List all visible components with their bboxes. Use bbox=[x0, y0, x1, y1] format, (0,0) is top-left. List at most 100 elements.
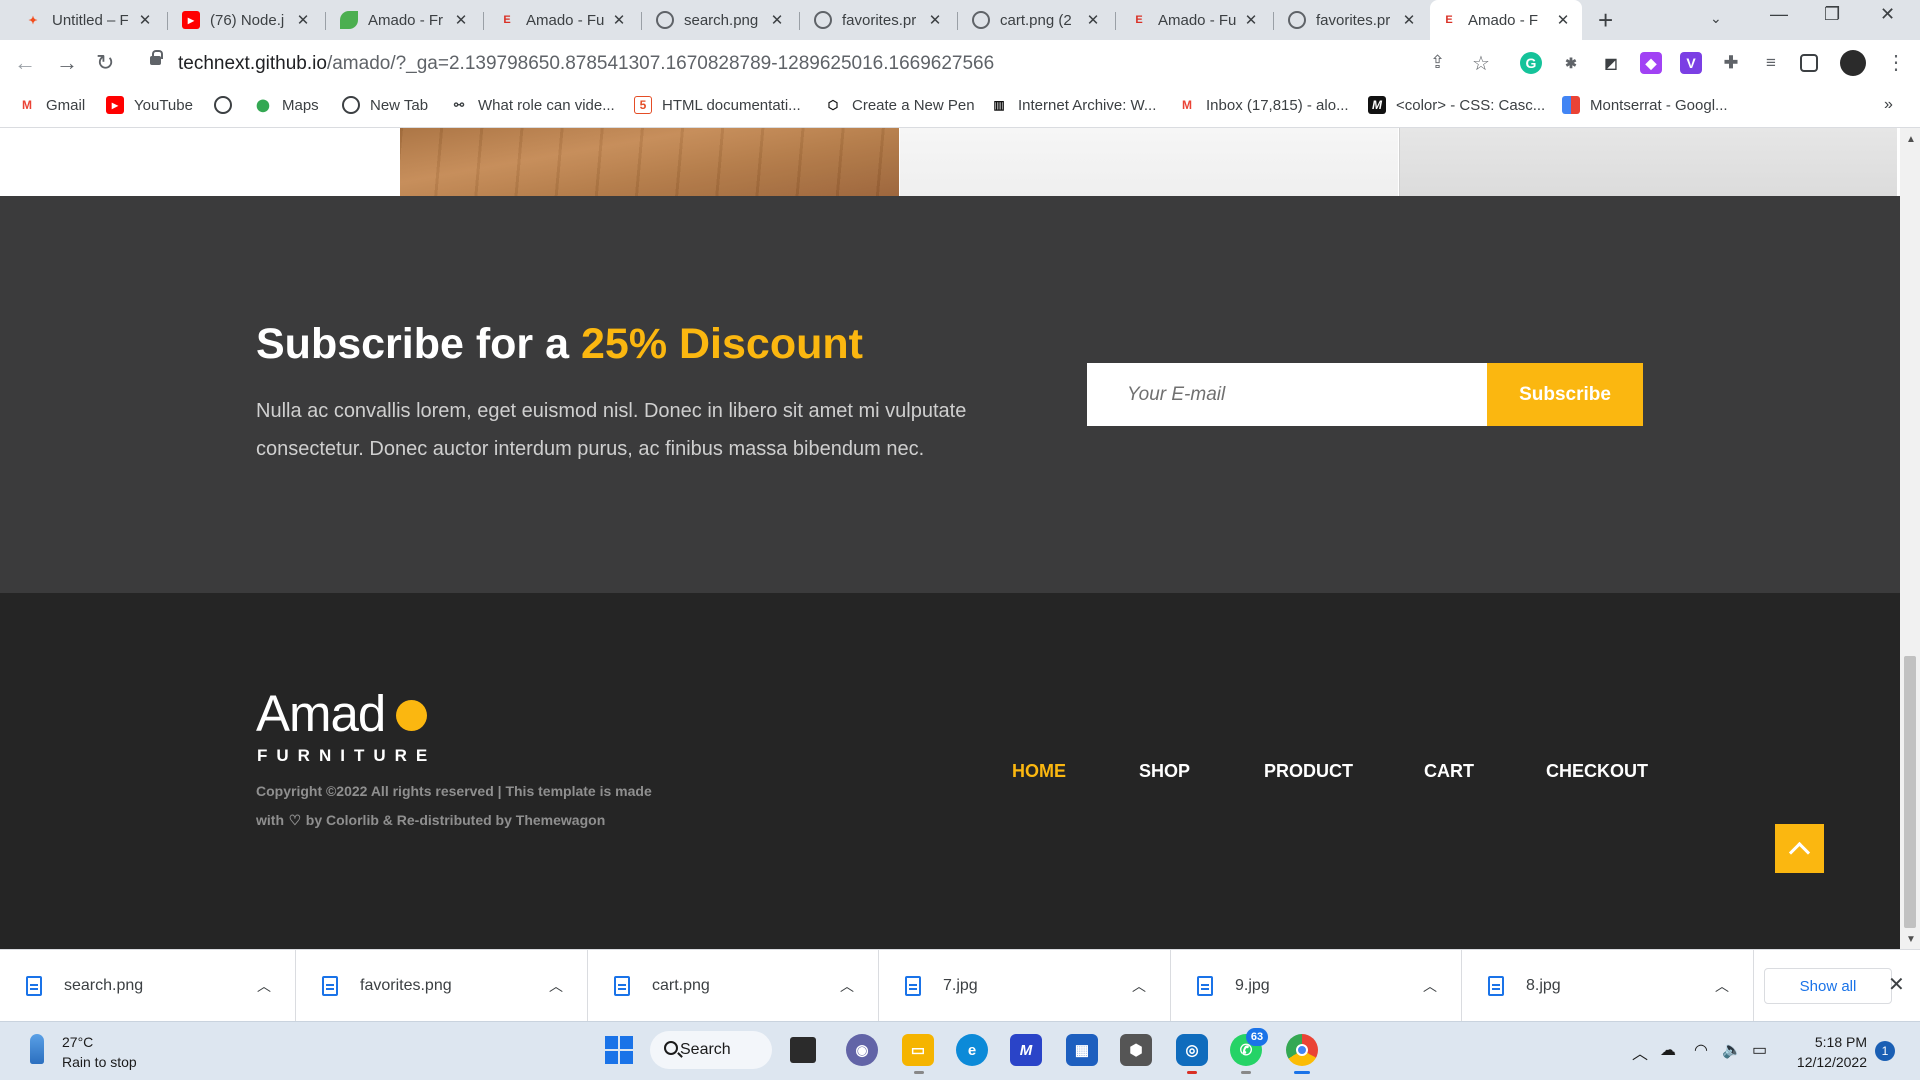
product-image-wood-floor[interactable] bbox=[400, 128, 899, 196]
close-icon[interactable]: ✕ bbox=[610, 11, 628, 29]
page-scrollbar[interactable]: ▲ ▼ bbox=[1900, 128, 1920, 949]
download-item[interactable]: favorites.png ︿ bbox=[296, 950, 588, 1022]
bookmark-new-tab[interactable]: New Tab bbox=[342, 96, 428, 114]
close-icon[interactable]: ✕ bbox=[1554, 11, 1572, 29]
window-close-icon[interactable]: ✕ bbox=[1880, 4, 1895, 25]
extension-icon[interactable]: ◩ bbox=[1600, 52, 1622, 74]
footer-nav-checkout[interactable]: CHECKOUT bbox=[1546, 761, 1648, 782]
restore-icon[interactable]: ❐ bbox=[1824, 4, 1840, 25]
download-item[interactable]: 8.jpg ︿ bbox=[1462, 950, 1754, 1022]
bookmark-youtube[interactable]: ▶ YouTube bbox=[106, 96, 193, 114]
app-icon[interactable]: M bbox=[1010, 1034, 1042, 1066]
package-icon[interactable]: ⬢ bbox=[1120, 1034, 1152, 1066]
kebab-menu-icon[interactable]: ⋮ bbox=[1886, 50, 1906, 75]
close-icon[interactable]: ✕ bbox=[1400, 11, 1418, 29]
download-item[interactable]: 9.jpg ︿ bbox=[1171, 950, 1462, 1022]
onedrive-icon[interactable]: ☁ bbox=[1660, 1040, 1676, 1060]
tab-amado-3[interactable]: E Amado - Fu ✕ bbox=[1120, 6, 1270, 34]
new-tab-button[interactable]: + bbox=[1598, 6, 1613, 34]
tab-favorites-png[interactable]: favorites.pr ✕ bbox=[804, 6, 954, 34]
close-icon[interactable]: ✕ bbox=[294, 11, 312, 29]
footer-nav-home[interactable]: HOME bbox=[1012, 761, 1066, 782]
bug-icon[interactable]: ✱ bbox=[1560, 52, 1582, 74]
media-queue-icon[interactable]: ≡ bbox=[1760, 52, 1782, 74]
tab-amado-2[interactable]: E Amado - Fu ✕ bbox=[488, 6, 638, 34]
bookmarks-overflow-icon[interactable]: » bbox=[1884, 96, 1893, 114]
close-icon[interactable]: ✕ bbox=[1888, 972, 1905, 997]
weather-icon[interactable] bbox=[30, 1034, 44, 1064]
close-icon[interactable]: ✕ bbox=[1084, 11, 1102, 29]
forward-arrow-icon[interactable]: → bbox=[56, 50, 78, 76]
download-item[interactable]: cart.png ︿ bbox=[588, 950, 879, 1022]
notification-badge[interactable]: 1 bbox=[1875, 1041, 1895, 1061]
reload-icon[interactable]: ↻ bbox=[96, 50, 114, 76]
clock[interactable]: 5:18 PM 12/12/2022 bbox=[1795, 1032, 1867, 1072]
tray-chevron-up-icon[interactable]: ︿ bbox=[1632, 1040, 1648, 1064]
close-icon[interactable]: ✕ bbox=[926, 11, 944, 29]
avatar[interactable] bbox=[1840, 50, 1866, 76]
bookmark-gmail[interactable]: M Gmail bbox=[18, 96, 85, 114]
task-view-icon[interactable] bbox=[790, 1037, 816, 1063]
chevron-up-icon[interactable]: ︿ bbox=[1132, 976, 1148, 996]
tab-youtube[interactable]: ▶ (76) Node.j ✕ bbox=[172, 6, 322, 34]
share-icon[interactable]: ⇪ bbox=[1430, 52, 1445, 73]
footer-nav-shop[interactable]: SHOP bbox=[1139, 761, 1190, 782]
email-field[interactable]: Your E-mail bbox=[1087, 363, 1487, 426]
bookmark-mdn-color[interactable]: M <color> - CSS: Casc... bbox=[1368, 96, 1545, 114]
show-all-button[interactable]: Show all bbox=[1764, 968, 1892, 1004]
bookmark-html-docs[interactable]: 5 HTML documentati... bbox=[634, 96, 801, 114]
file-explorer-icon[interactable]: ▭ bbox=[902, 1034, 934, 1066]
puzzle-icon[interactable]: ✚ bbox=[1720, 52, 1742, 74]
store-icon[interactable]: ▦ bbox=[1066, 1034, 1098, 1066]
screen-capture-icon[interactable]: ◎ bbox=[1176, 1034, 1208, 1066]
taskbar-search[interactable]: Search bbox=[650, 1031, 772, 1069]
tab-cart-png[interactable]: cart.png (2 ✕ bbox=[962, 6, 1112, 34]
bookmark-maps[interactable]: ⬤ Maps bbox=[254, 96, 318, 114]
scroll-to-top-button[interactable] bbox=[1775, 824, 1824, 873]
footer-nav-product[interactable]: PRODUCT bbox=[1264, 761, 1353, 782]
close-icon[interactable]: ✕ bbox=[1242, 11, 1260, 29]
bookmark-codepen[interactable]: ⬡ Create a New Pen bbox=[824, 96, 975, 114]
chevron-up-icon[interactable]: ︿ bbox=[549, 976, 565, 996]
bookmark-what-role[interactable]: ⚯ What role can vide... bbox=[450, 96, 615, 114]
footer-logo[interactable]: Amad bbox=[256, 684, 386, 743]
edge-icon[interactable]: e bbox=[956, 1034, 988, 1066]
chevron-up-icon[interactable]: ︿ bbox=[1715, 976, 1731, 996]
lock-icon[interactable] bbox=[150, 50, 163, 65]
tab-search-png[interactable]: search.png ✕ bbox=[646, 6, 796, 34]
close-icon[interactable]: ✕ bbox=[452, 11, 470, 29]
footer-nav-cart[interactable]: CART bbox=[1424, 761, 1474, 782]
minimize-icon[interactable]: — bbox=[1770, 4, 1788, 25]
tab-amado-1[interactable]: Amado - Fr ✕ bbox=[330, 6, 480, 34]
scroll-up-arrow-icon[interactable]: ▲ bbox=[1906, 134, 1916, 145]
download-item[interactable]: 7.jpg ︿ bbox=[879, 950, 1171, 1022]
product-image-grey[interactable] bbox=[1399, 128, 1897, 196]
download-item[interactable]: search.png ︿ bbox=[0, 950, 296, 1022]
bookmark-inbox[interactable]: M Inbox (17,815) - alo... bbox=[1178, 96, 1349, 114]
product-image-white[interactable] bbox=[900, 128, 1398, 196]
battery-icon[interactable]: ▭ bbox=[1752, 1040, 1767, 1060]
color-picker-icon[interactable]: ◆ bbox=[1640, 52, 1662, 74]
wifi-icon[interactable]: ◠ bbox=[1694, 1040, 1708, 1060]
back-arrow-icon[interactable]: ← bbox=[14, 50, 36, 76]
tab-favorites-png-2[interactable]: favorites.pr ✕ bbox=[1278, 6, 1428, 34]
close-icon[interactable]: ✕ bbox=[768, 11, 786, 29]
tab-search-chevron-icon[interactable]: ⌄ bbox=[1710, 10, 1722, 27]
chevron-up-icon[interactable]: ︿ bbox=[840, 976, 856, 996]
scroll-down-arrow-icon[interactable]: ▼ bbox=[1906, 934, 1916, 945]
teams-chat-icon[interactable]: ◉ bbox=[846, 1034, 878, 1066]
chevron-up-icon[interactable]: ︿ bbox=[257, 976, 273, 996]
close-icon[interactable]: ✕ bbox=[136, 11, 154, 29]
bookmark-globe[interactable] bbox=[214, 96, 242, 114]
subscribe-button[interactable]: Subscribe bbox=[1487, 363, 1643, 426]
weather-widget[interactable]: 27°C Rain to stop bbox=[62, 1032, 137, 1072]
tab-amado-active[interactable]: E Amado - F ✕ bbox=[1430, 0, 1582, 40]
windows-start-icon[interactable] bbox=[603, 1034, 635, 1066]
volume-icon[interactable]: 🔈 bbox=[1722, 1040, 1742, 1060]
tab-figma[interactable]: ✦ Untitled – F ✕ bbox=[14, 6, 164, 34]
url-field[interactable]: technext.github.io/amado/?_ga=2.13979865… bbox=[178, 53, 994, 75]
v-extension-icon[interactable]: V bbox=[1680, 52, 1702, 74]
side-panel-icon[interactable] bbox=[1800, 54, 1818, 72]
grammarly-icon[interactable]: G bbox=[1520, 52, 1542, 74]
bookmark-montserrat[interactable]: Montserrat - Googl... bbox=[1562, 96, 1728, 114]
